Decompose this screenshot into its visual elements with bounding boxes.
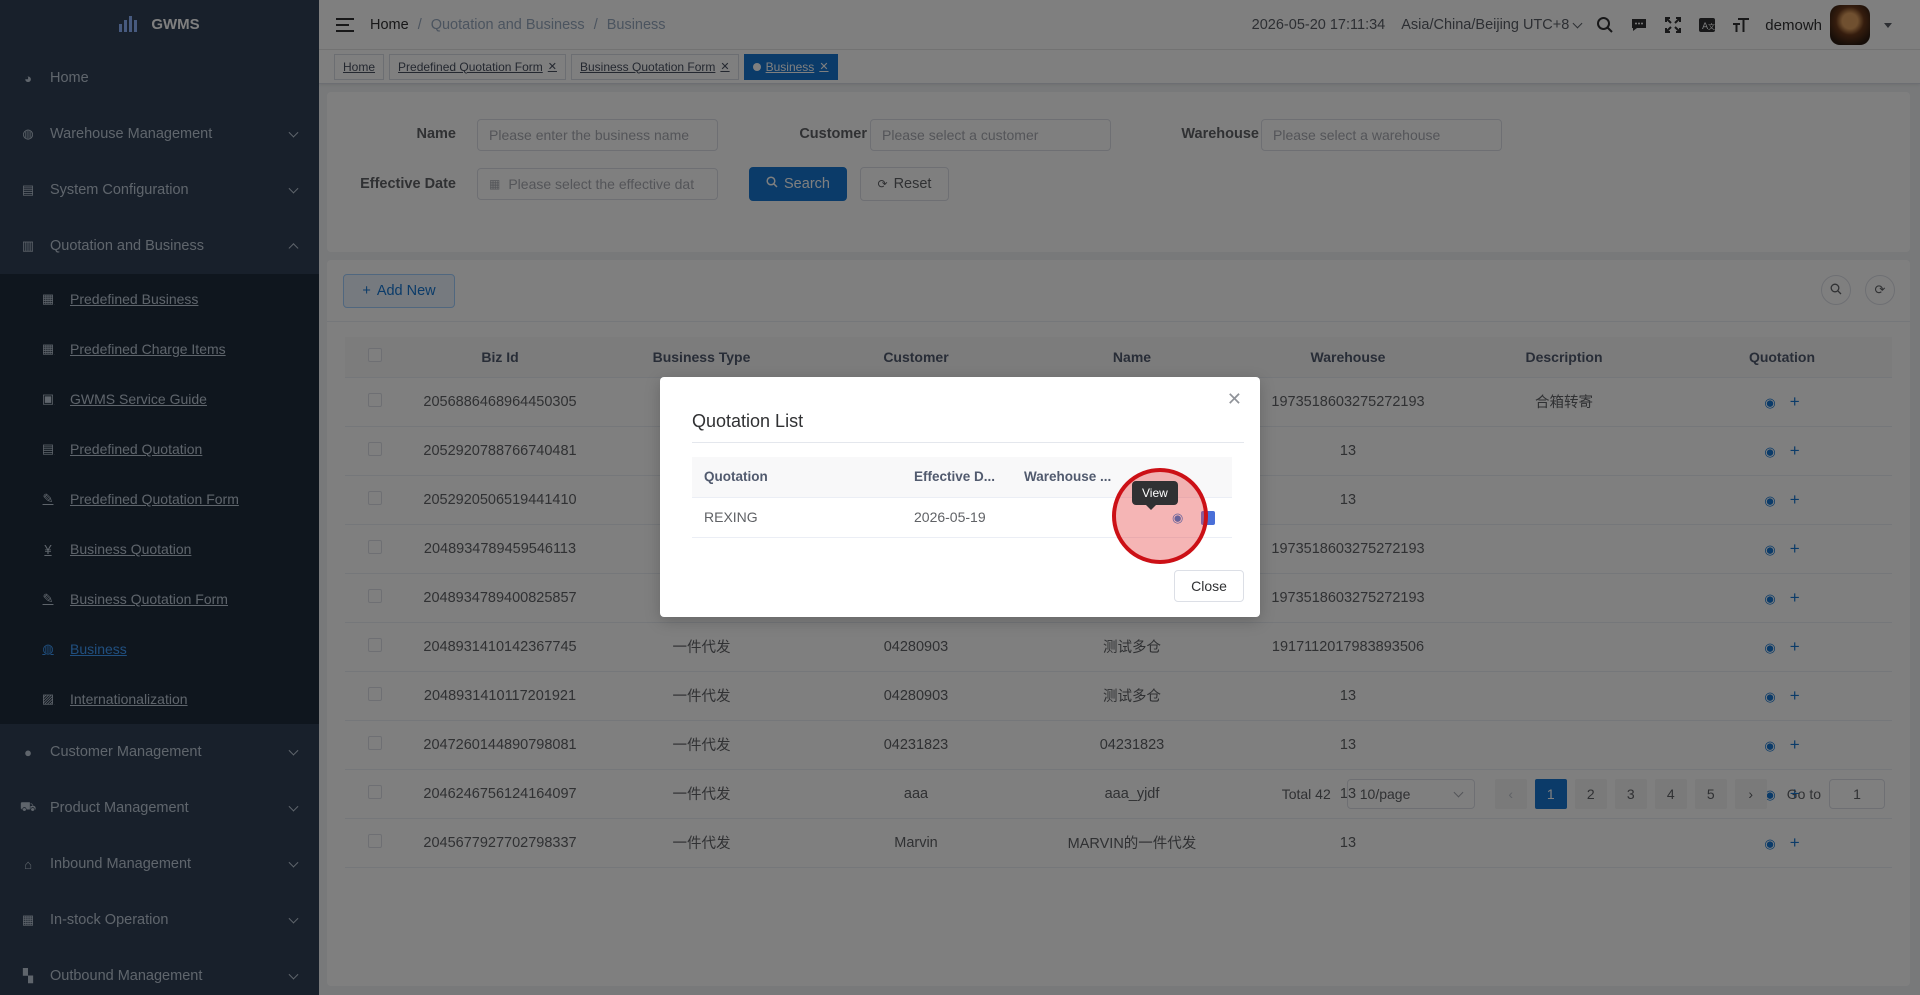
quotation-list-dialog: Quotation List ✕ Quotation Effective D..… [660,377,1260,617]
tooltip-arrow [1146,505,1156,510]
warehouse [1012,497,1122,538]
close-icon[interactable]: ✕ [1227,389,1242,410]
col-warehouse: Warehouse ... [1012,457,1122,498]
col-quotation: Quotation [692,457,902,498]
view-tooltip: View [1132,481,1178,510]
quotation-name: REXING [692,497,902,538]
dialog-title: Quotation List [692,411,804,431]
tooltip-text: View [1142,486,1168,500]
close-button[interactable]: Close [1174,570,1244,602]
effective-date: 2026-05-19 [902,497,1012,538]
close-button-label: Close [1191,578,1227,594]
col-effective-date: Effective D... [902,457,1012,498]
divider [692,442,1244,443]
